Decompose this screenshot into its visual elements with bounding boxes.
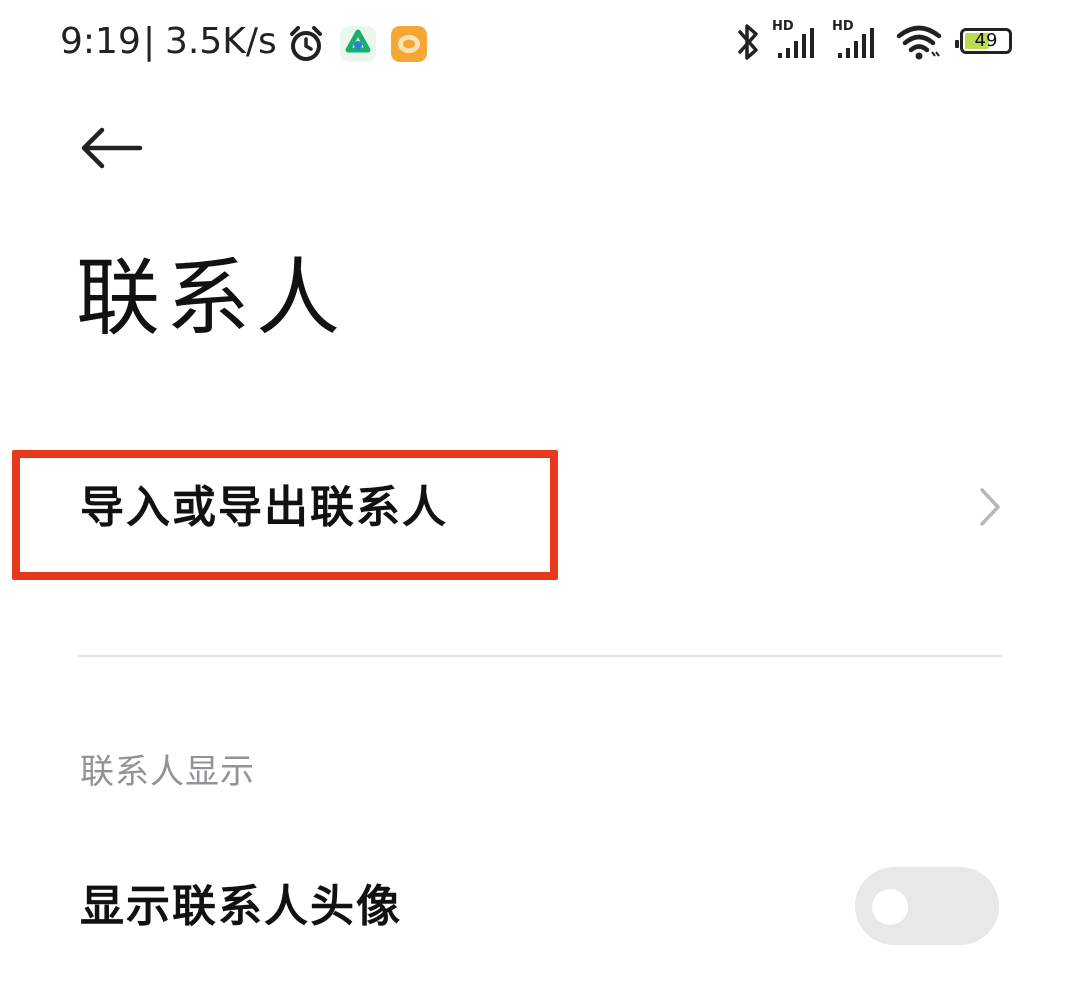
alarm-icon — [290, 26, 322, 61]
back-arrow-icon[interactable] — [78, 120, 148, 176]
battery-icon: 49 — [955, 28, 1017, 58]
battery-level: 49 — [974, 30, 998, 51]
status-separator: | — [143, 21, 156, 62]
bluetooth-icon — [738, 24, 758, 60]
signal-hd-icon: HD — [832, 20, 876, 64]
signal-hd-icon: HD — [772, 20, 816, 64]
section-header-contact-display: 联系人显示 — [80, 752, 255, 792]
chevron-right-icon — [980, 488, 1000, 526]
page-title: 联系人 — [76, 249, 347, 347]
highlight-annotation-box — [12, 450, 558, 580]
show-avatar-toggle[interactable] — [855, 867, 999, 945]
orange-app-icon — [391, 26, 427, 62]
section-divider — [78, 655, 1002, 657]
toggle-knob — [872, 889, 908, 925]
status-time: 9:19 — [60, 21, 141, 62]
status-net-speed: 3.5K/s — [165, 21, 277, 62]
show-contact-avatar-item[interactable]: 显示联系人头像 — [0, 855, 1080, 965]
green-app-icon — [340, 26, 376, 62]
show-avatar-label: 显示联系人头像 — [80, 881, 402, 932]
wifi-icon — [896, 25, 942, 60]
status-bar: 9:19 | 3.5K/s HD HD 49 — [0, 0, 1080, 90]
